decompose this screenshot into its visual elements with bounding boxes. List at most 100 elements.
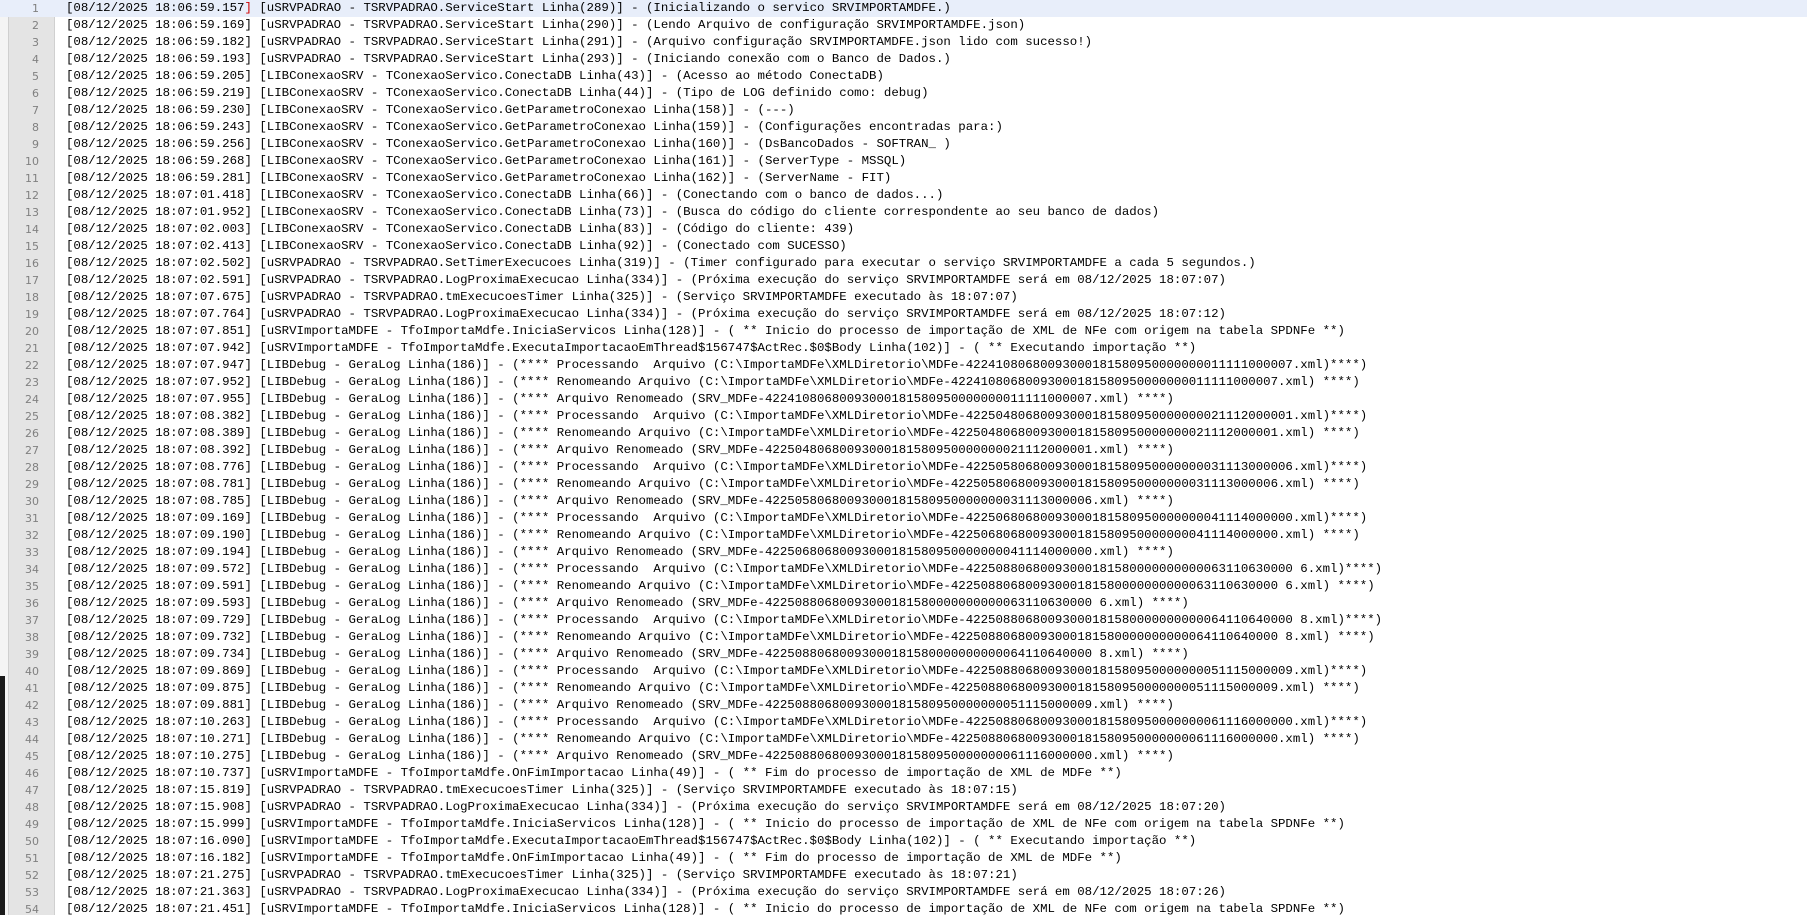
log-line-text: [08/12/2025 18:07:15.908] [uSRVPADRAO - … (66, 800, 1226, 814)
log-line[interactable]: 27 [08/12/2025 18:07:08.392] [LIBDebug - … (0, 442, 1807, 459)
log-line-text: [08/12/2025 18:07:07.955] [LIBDebug - Ge… (66, 392, 1174, 406)
log-line[interactable]: 7 [08/12/2025 18:06:59.230] [LIBConexaoSR… (0, 102, 1807, 119)
text-area[interactable]: 1 [08/12/2025 18:06:59.157] [uSRVPADRAO -… (0, 0, 1807, 915)
line-number: 38 (25, 631, 39, 644)
log-line-text: [08/12/2025 18:07:16.182] [uSRVImportaMD… (66, 851, 1122, 865)
log-line-text: [08/12/2025 18:07:07.764] [uSRVPADRAO - … (66, 307, 1226, 321)
line-number: 45 (25, 750, 39, 763)
log-line[interactable]: 28 [08/12/2025 18:07:08.776] [LIBDebug - … (0, 459, 1807, 476)
log-line[interactable]: 33 [08/12/2025 18:07:09.194] [LIBDebug - … (0, 544, 1807, 561)
log-line-text: [08/12/2025 18:07:10.263] [LIBDebug - Ge… (66, 715, 1368, 729)
log-line[interactable]: 41 [08/12/2025 18:07:09.875] [LIBDebug - … (0, 680, 1807, 697)
line-number: 46 (25, 767, 39, 780)
log-line[interactable]: 48 [08/12/2025 18:07:15.908] [uSRVPADRAO … (0, 799, 1807, 816)
log-line[interactable]: 10 [08/12/2025 18:06:59.268] [LIBConexaoS… (0, 153, 1807, 170)
log-line-text: [08/12/2025 18:06:59.193] [uSRVPADRAO - … (66, 52, 951, 66)
log-line-text: [08/12/2025 18:07:09.734] [LIBDebug - Ge… (66, 647, 1189, 661)
log-line-text: [08/12/2025 18:07:09.572] [LIBDebug - Ge… (66, 562, 1383, 576)
log-line[interactable]: 12 [08/12/2025 18:07:01.418] [LIBConexaoS… (0, 187, 1807, 204)
log-line[interactable]: 37 [08/12/2025 18:07:09.729] [LIBDebug - … (0, 612, 1807, 629)
log-line[interactable]: 52 [08/12/2025 18:07:21.275] [uSRVPADRAO … (0, 867, 1807, 884)
log-line[interactable]: 8 [08/12/2025 18:06:59.243] [LIBConexaoSR… (0, 119, 1807, 136)
line-number: 14 (25, 223, 39, 236)
line-number: 7 (32, 104, 39, 117)
log-line[interactable]: 32 [08/12/2025 18:07:09.190] [LIBDebug - … (0, 527, 1807, 544)
log-line[interactable]: 25 [08/12/2025 18:07:08.382] [LIBDebug - … (0, 408, 1807, 425)
log-line[interactable]: 21 [08/12/2025 18:07:07.942] [uSRVImporta… (0, 340, 1807, 357)
log-line[interactable]: 43 [08/12/2025 18:07:10.263] [LIBDebug - … (0, 714, 1807, 731)
line-number: 19 (25, 308, 39, 321)
log-line[interactable]: 16 [08/12/2025 18:07:02.502] [uSRVPADRAO … (0, 255, 1807, 272)
line-number: 8 (32, 121, 39, 134)
log-line[interactable]: 35 [08/12/2025 18:07:09.591] [LIBDebug - … (0, 578, 1807, 595)
log-line[interactable]: 36 [08/12/2025 18:07:09.593] [LIBDebug - … (0, 595, 1807, 612)
log-line[interactable]: 45 [08/12/2025 18:07:10.275] [LIBDebug - … (0, 748, 1807, 765)
line-number: 29 (25, 478, 39, 491)
log-line[interactable]: 14 [08/12/2025 18:07:02.003] [LIBConexaoS… (0, 221, 1807, 238)
log-line[interactable]: 13 [08/12/2025 18:07:01.952] [LIBConexaoS… (0, 204, 1807, 221)
log-line-text: [08/12/2025 18:07:10.271] [LIBDebug - Ge… (66, 732, 1360, 746)
line-number: 34 (25, 563, 39, 576)
log-line[interactable]: 1 [08/12/2025 18:06:59.157] [uSRVPADRAO -… (0, 0, 1807, 17)
log-line[interactable]: 3 [08/12/2025 18:06:59.182] [uSRVPADRAO -… (0, 34, 1807, 51)
log-line[interactable]: 34 [08/12/2025 18:07:09.572] [LIBDebug - … (0, 561, 1807, 578)
log-line[interactable]: 23 [08/12/2025 18:07:07.952] [LIBDebug - … (0, 374, 1807, 391)
log-line[interactable]: 44 [08/12/2025 18:07:10.271] [LIBDebug - … (0, 731, 1807, 748)
log-line[interactable]: 39 [08/12/2025 18:07:09.734] [LIBDebug - … (0, 646, 1807, 663)
log-line-text: [08/12/2025 18:07:07.851] [uSRVImportaMD… (66, 324, 1345, 338)
log-line-text: [08/12/2025 18:07:09.875] [LIBDebug - Ge… (66, 681, 1360, 695)
line-number: 20 (25, 325, 39, 338)
line-number: 5 (32, 70, 39, 83)
log-line[interactable]: 9 [08/12/2025 18:06:59.256] [LIBConexaoSR… (0, 136, 1807, 153)
log-line-text: [08/12/2025 18:07:02.413] [LIBConexaoSRV… (66, 239, 847, 253)
log-line[interactable]: 42 [08/12/2025 18:07:09.881] [LIBDebug - … (0, 697, 1807, 714)
line-number: 24 (25, 393, 39, 406)
log-line[interactable]: 22 [08/12/2025 18:07:07.947] [LIBDebug - … (0, 357, 1807, 374)
log-line[interactable]: 40 [08/12/2025 18:07:09.869] [LIBDebug - … (0, 663, 1807, 680)
line-number: 15 (25, 240, 39, 253)
log-editor[interactable]: 1 [08/12/2025 18:06:59.157] [uSRVPADRAO -… (0, 0, 1807, 915)
log-line[interactable]: 17 [08/12/2025 18:07:02.591] [uSRVPADRAO … (0, 272, 1807, 289)
log-line[interactable]: 38 [08/12/2025 18:07:09.732] [LIBDebug - … (0, 629, 1807, 646)
log-line-text: [08/12/2025 18:07:08.781] [LIBDebug - Ge… (66, 477, 1360, 491)
line-number: 18 (25, 291, 39, 304)
line-number: 13 (25, 206, 39, 219)
line-number: 36 (25, 597, 39, 610)
log-line[interactable]: 5 [08/12/2025 18:06:59.205] [LIBConexaoSR… (0, 68, 1807, 85)
log-line[interactable]: 18 [08/12/2025 18:07:07.675] [uSRVPADRAO … (0, 289, 1807, 306)
line-number: 4 (32, 53, 39, 66)
log-line-text: [08/12/2025 18:07:08.392] [LIBDebug - Ge… (66, 443, 1174, 457)
log-line[interactable]: 50 [08/12/2025 18:07:16.090] [uSRVImporta… (0, 833, 1807, 850)
log-line[interactable]: 30 [08/12/2025 18:07:08.785] [LIBDebug - … (0, 493, 1807, 510)
log-line[interactable]: 29 [08/12/2025 18:07:08.781] [LIBDebug - … (0, 476, 1807, 493)
log-line[interactable]: 31 [08/12/2025 18:07:09.169] [LIBDebug - … (0, 510, 1807, 527)
log-line-text: [08/12/2025 18:07:21.451] [uSRVImportaMD… (66, 902, 1345, 915)
log-line[interactable]: 11 [08/12/2025 18:06:59.281] [LIBConexaoS… (0, 170, 1807, 187)
log-line-text: [08/12/2025 18:07:02.502] [uSRVPADRAO - … (66, 256, 1256, 270)
log-line[interactable]: 51 [08/12/2025 18:07:16.182] [uSRVImporta… (0, 850, 1807, 867)
line-number: 23 (25, 376, 39, 389)
log-line[interactable]: 49 [08/12/2025 18:07:15.999] [uSRVImporta… (0, 816, 1807, 833)
log-line-text: [08/12/2025 18:07:07.947] [LIBDebug - Ge… (66, 358, 1368, 372)
log-line-text: [08/12/2025 18:07:08.382] [LIBDebug - Ge… (66, 409, 1368, 423)
log-line[interactable]: 6 [08/12/2025 18:06:59.219] [LIBConexaoSR… (0, 85, 1807, 102)
log-line[interactable]: 19 [08/12/2025 18:07:07.764] [uSRVPADRAO … (0, 306, 1807, 323)
log-line-text: [08/12/2025 18:07:08.389] [LIBDebug - Ge… (66, 426, 1360, 440)
line-number: 32 (25, 529, 39, 542)
log-line[interactable]: 4 [08/12/2025 18:06:59.193] [uSRVPADRAO -… (0, 51, 1807, 68)
log-line[interactable]: 15 [08/12/2025 18:07:02.413] [LIBConexaoS… (0, 238, 1807, 255)
log-line[interactable]: 54 [08/12/2025 18:07:21.451] [uSRVImporta… (0, 901, 1807, 915)
log-line[interactable]: 46 [08/12/2025 18:07:10.737] [uSRVImporta… (0, 765, 1807, 782)
log-line[interactable]: 20 [08/12/2025 18:07:07.851] [uSRVImporta… (0, 323, 1807, 340)
log-line[interactable]: 24 [08/12/2025 18:07:07.955] [LIBDebug - … (0, 391, 1807, 408)
log-line[interactable]: 47 [08/12/2025 18:07:15.819] [uSRVPADRAO … (0, 782, 1807, 799)
log-line-text: [08/12/2025 18:07:21.363] [uSRVPADRAO - … (66, 885, 1226, 899)
line-number: 53 (25, 886, 39, 899)
line-number: 49 (25, 818, 39, 831)
log-line[interactable]: 53 [08/12/2025 18:07:21.363] [uSRVPADRAO … (0, 884, 1807, 901)
log-line[interactable]: 26 [08/12/2025 18:07:08.389] [LIBDebug - … (0, 425, 1807, 442)
log-line-text: [08/12/2025 18:07:02.003] [LIBConexaoSRV… (66, 222, 855, 236)
log-line[interactable]: 2 [08/12/2025 18:06:59.169] [uSRVPADRAO -… (0, 17, 1807, 34)
log-line-text: [08/12/2025 18:07:09.869] [LIBDebug - Ge… (66, 664, 1368, 678)
text-caret: ] (244, 1, 252, 15)
